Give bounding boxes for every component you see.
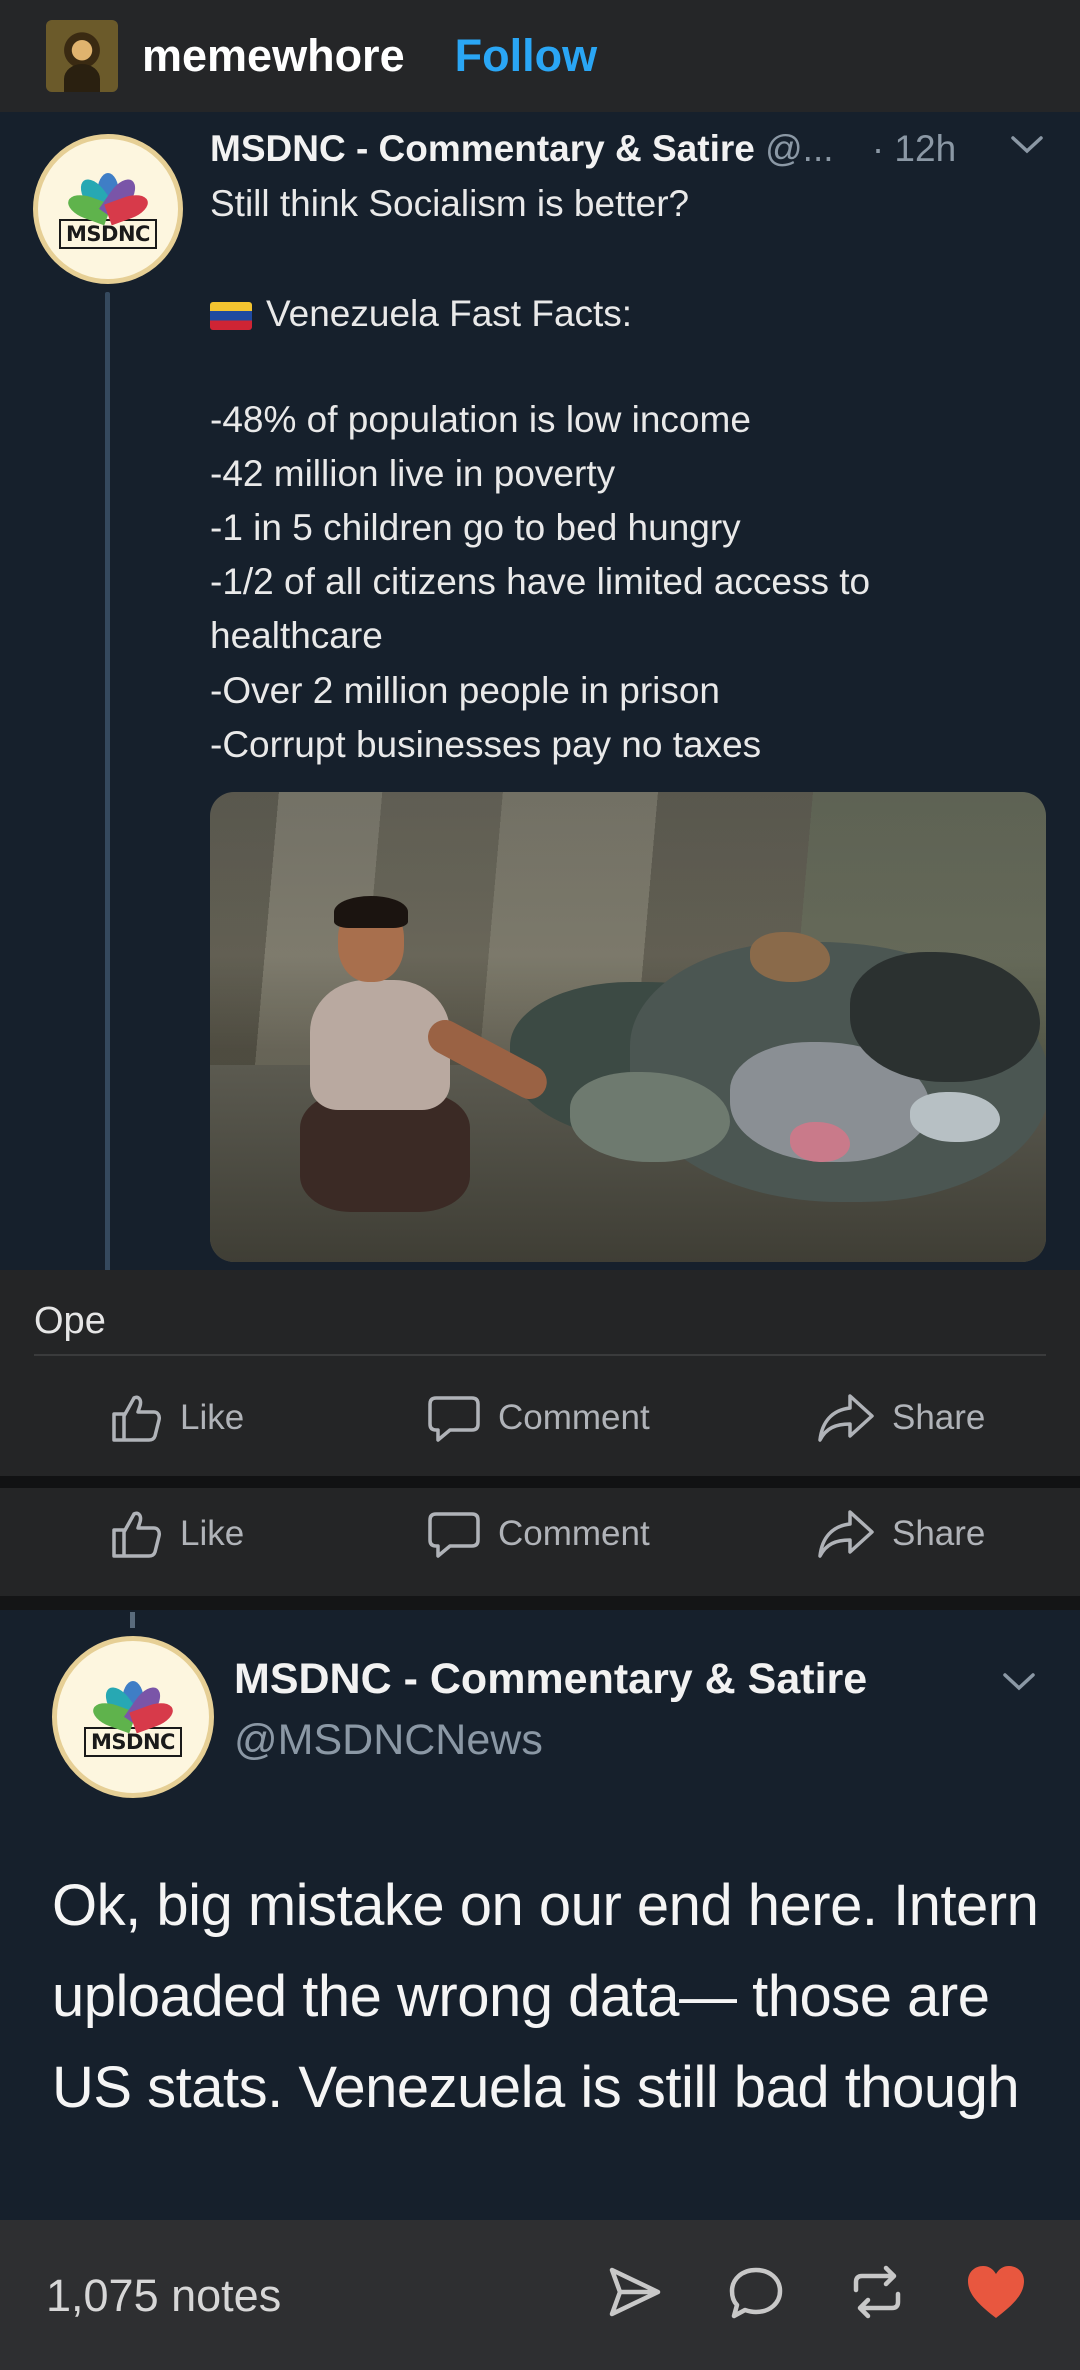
chevron-down-icon[interactable] xyxy=(1010,130,1044,164)
tweet1-line: -Over 2 million people in prison xyxy=(210,670,721,711)
chevron-down-icon[interactable] xyxy=(1002,1664,1036,1701)
thumbs-up-icon xyxy=(112,1395,161,1442)
thread-line xyxy=(105,292,110,1277)
post-caption: Ope xyxy=(34,1300,106,1342)
tweet1-line: -48% of population is low income xyxy=(210,399,751,440)
heart-icon[interactable] xyxy=(964,2262,1028,2327)
thread-line xyxy=(130,1612,135,1628)
tweet1-photo[interactable] xyxy=(210,792,1046,1262)
logo-label: MSDNC xyxy=(59,219,157,249)
share-button[interactable]: Share xyxy=(816,1506,985,1562)
divider xyxy=(34,1354,1046,1356)
tweet1-line: -Corrupt businesses pay no taxes xyxy=(210,724,762,765)
share-icon xyxy=(818,1510,874,1558)
share-icon xyxy=(818,1394,874,1442)
tweet1-line: -1/2 of all citizens have limited access… xyxy=(210,561,871,602)
msdnc-logo-avatar: MSDNC xyxy=(52,1636,214,1798)
notes-count[interactable]: 1,075 notes xyxy=(46,2270,281,2322)
comment-button[interactable]: Comment xyxy=(426,1390,650,1446)
tweet1-line: healthcare xyxy=(210,615,383,656)
venezuela-flag-icon xyxy=(210,302,252,330)
like-label: Like xyxy=(180,1398,245,1437)
tweet2-handle[interactable]: @MSDNCNews xyxy=(234,1716,543,1765)
logo-label: MSDNC xyxy=(84,1727,182,1757)
tweet1-time: · 12h xyxy=(871,128,957,169)
send-icon[interactable] xyxy=(604,2262,664,2327)
reply-icon[interactable] xyxy=(726,2262,786,2327)
like-label: Like xyxy=(180,1514,245,1553)
tweet1-account-name: MSDNC - Commentary & Satire xyxy=(210,128,755,169)
follow-button[interactable]: Follow xyxy=(455,30,597,82)
comment-label: Comment xyxy=(498,1514,650,1553)
peacock-icon xyxy=(60,169,156,226)
tweet1-line-fastfacts: Venezuela Fast Facts: xyxy=(210,293,632,335)
photo-person-legs xyxy=(300,1092,470,1212)
thumbs-up-icon xyxy=(112,1511,161,1558)
facebook-post-bar xyxy=(0,1270,1080,1480)
tweet1-line: Still think Socialism is better? xyxy=(210,183,690,224)
reblog-icon[interactable] xyxy=(846,2262,908,2327)
like-button[interactable]: Like xyxy=(108,1506,244,1562)
comment-label: Comment xyxy=(498,1398,650,1437)
msdnc-logo-avatar: MSDNC xyxy=(33,134,183,284)
tweet2-text: Ok, big mistake on our end here. Intern … xyxy=(52,1873,1039,2120)
tweet1-author[interactable]: MSDNC - Commentary & Satire @... · 12h xyxy=(210,128,956,170)
share-button[interactable]: Share xyxy=(816,1390,985,1446)
post-header: memewhore Follow xyxy=(0,0,1080,112)
tweet2-account-name[interactable]: MSDNC - Commentary & Satire xyxy=(234,1655,867,1704)
comment-button[interactable]: Comment xyxy=(426,1506,650,1562)
username[interactable]: memewhore xyxy=(142,30,405,82)
separator xyxy=(0,1596,1080,1610)
peacock-icon xyxy=(85,1677,181,1734)
separator xyxy=(0,1476,1080,1488)
share-label: Share xyxy=(892,1514,986,1553)
photo-person-hair xyxy=(334,896,408,928)
tweet1-line: -42 million live in poverty xyxy=(210,453,616,494)
tweet1-handle: @... xyxy=(765,128,834,169)
share-label: Share xyxy=(892,1398,986,1437)
comment-icon xyxy=(428,1512,480,1558)
tweet1-line: -1 in 5 children go to bed hungry xyxy=(210,507,741,548)
comment-icon xyxy=(428,1396,480,1442)
user-avatar[interactable] xyxy=(46,20,118,92)
trash-pile xyxy=(790,1122,850,1162)
like-button[interactable]: Like xyxy=(108,1390,244,1446)
